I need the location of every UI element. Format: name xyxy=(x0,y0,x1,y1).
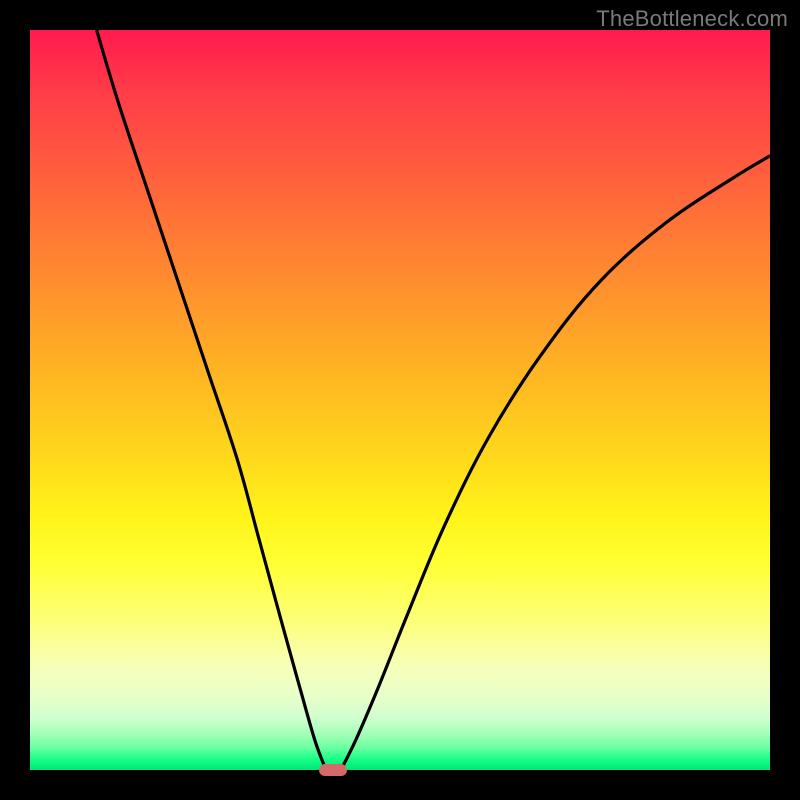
plot-area xyxy=(30,30,770,770)
watermark-text: TheBottleneck.com xyxy=(596,6,788,32)
optimal-marker xyxy=(319,764,347,776)
curve-right-branch xyxy=(341,156,770,770)
curve-left-branch xyxy=(97,30,326,770)
bottleneck-curve xyxy=(30,30,770,770)
chart-frame: TheBottleneck.com xyxy=(0,0,800,800)
